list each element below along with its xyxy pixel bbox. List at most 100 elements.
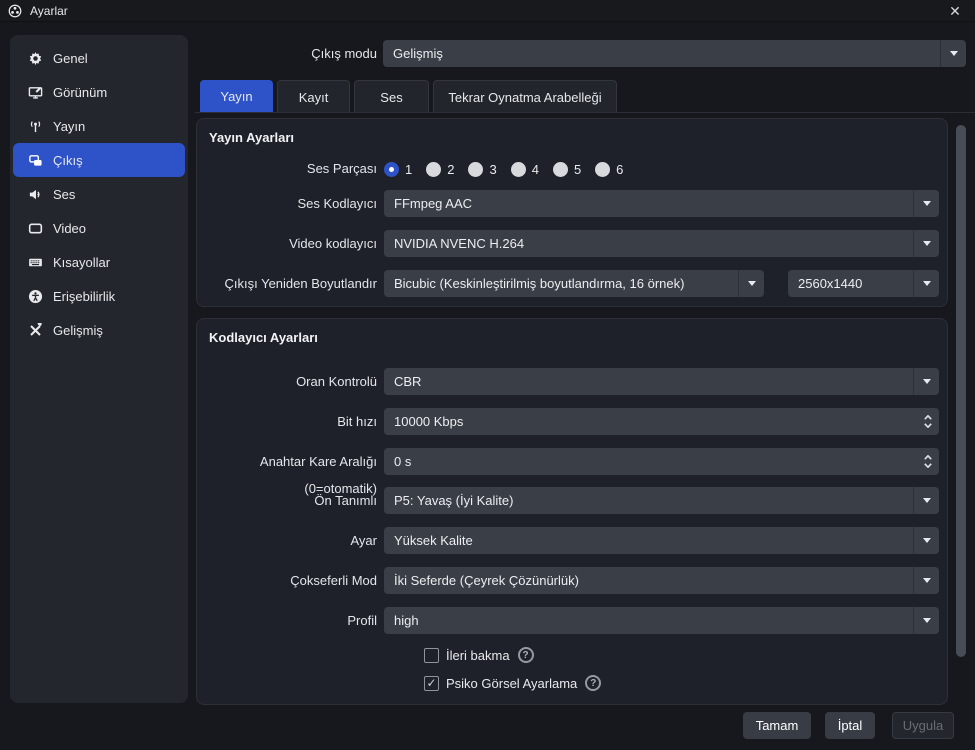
- chevron-down-icon: [923, 618, 931, 623]
- sidebar-item-label: Görünüm: [53, 85, 107, 100]
- audio-track-radios: 1 2 3 4 5 6: [384, 161, 623, 177]
- obs-logo-icon: [8, 4, 22, 18]
- help-icon[interactable]: ?: [518, 647, 534, 663]
- sidebar-item-label: Gelişmiş: [53, 323, 103, 338]
- chevron-down-icon: [748, 281, 756, 286]
- chevron-down-icon: [923, 578, 931, 583]
- chevron-down-icon: [923, 281, 931, 286]
- sidebar-item-gelismis[interactable]: Gelişmiş: [13, 313, 185, 347]
- bitrate-stepper[interactable]: 10000 Kbps: [384, 408, 939, 435]
- profile-label: Profil: [197, 607, 377, 634]
- radio-track-6[interactable]: 6: [595, 162, 623, 177]
- rate-control-label: Oran Kontrolü: [197, 368, 377, 395]
- chevron-down-icon: [923, 379, 931, 384]
- encoder-settings-group: Kodlayıcı Ayarları Oran Kontrolü CBR Bit…: [196, 318, 948, 705]
- multipass-select[interactable]: İki Seferde (Çeyrek Çözünürlük): [384, 567, 939, 594]
- apply-button: Uygula: [892, 712, 954, 739]
- bitrate-label: Bit hızı: [197, 408, 377, 435]
- preset-select[interactable]: P5: Yavaş (İyi Kalite): [384, 487, 939, 514]
- sidebar-item-label: Ses: [53, 187, 75, 202]
- audio-encoder-select[interactable]: FFmpeg AAC: [384, 190, 939, 217]
- keyframe-interval-stepper[interactable]: 0 s: [384, 448, 939, 475]
- radio-track-1[interactable]: 1: [384, 162, 412, 177]
- chevron-down-icon: [923, 498, 931, 503]
- radio-track-4[interactable]: 4: [511, 162, 539, 177]
- output-mode-label: Çıkış modu: [0, 40, 377, 67]
- settings-window: Ayarlar ✕ Genel Görünüm Yayın Çıkış: [0, 0, 975, 750]
- close-icon[interactable]: ✕: [945, 1, 965, 21]
- chevron-down-icon: [950, 51, 958, 56]
- cancel-button[interactable]: İptal: [825, 712, 875, 739]
- chevron-down-icon: [923, 241, 931, 246]
- chevron-down-icon: [923, 538, 931, 543]
- help-icon[interactable]: ?: [585, 675, 601, 691]
- spin-down-icon[interactable]: [924, 463, 932, 468]
- display-edit-icon: [27, 84, 43, 100]
- group-title: Kodlayıcı Ayarları: [209, 330, 318, 345]
- profile-select[interactable]: high: [384, 607, 939, 634]
- sidebar-item-label: Yayın: [53, 119, 85, 134]
- sidebar-item-erisebilirlik[interactable]: Erişebilirlik: [13, 279, 185, 313]
- chevron-down-icon: [923, 201, 931, 206]
- radio-icon: [553, 162, 568, 177]
- radio-selected-icon: [384, 162, 399, 177]
- speaker-icon: [27, 186, 43, 202]
- preset-label: Ön Tanımlı: [197, 487, 377, 514]
- sidebar-item-ses[interactable]: Ses: [13, 177, 185, 211]
- output-mode-select[interactable]: Gelişmiş: [383, 40, 966, 67]
- sidebar-item-yayin[interactable]: Yayın: [13, 109, 185, 143]
- tab-tekrar-oynatma[interactable]: Tekrar Oynatma Arabelleği: [433, 80, 617, 113]
- spin-down-icon[interactable]: [924, 423, 932, 428]
- audio-track-label: Ses Parçası: [197, 161, 377, 177]
- sidebar-item-label: Erişebilirlik: [53, 289, 115, 304]
- tab-kayit[interactable]: Kayıt: [277, 80, 350, 113]
- lookahead-checkbox[interactable]: [424, 648, 439, 663]
- titlebar[interactable]: Ayarlar ✕: [0, 0, 975, 22]
- radio-track-3[interactable]: 3: [468, 162, 496, 177]
- rescale-label: Çıkışı Yeniden Boyutlandır: [197, 270, 377, 297]
- keyboard-icon: [27, 254, 43, 270]
- ok-button[interactable]: Tamam: [743, 712, 811, 739]
- radio-icon: [595, 162, 610, 177]
- settings-sidebar: Genel Görünüm Yayın Çıkış Ses: [10, 35, 188, 703]
- spin-up-icon[interactable]: [924, 455, 932, 460]
- output-tabs: Yayın Kayıt Ses Tekrar Oynatma Arabelleğ…: [200, 80, 617, 113]
- tab-pane-divider: [195, 112, 975, 113]
- radio-track-2[interactable]: 2: [426, 162, 454, 177]
- radio-icon: [468, 162, 483, 177]
- tab-yayin[interactable]: Yayın: [200, 80, 273, 113]
- rate-control-select[interactable]: CBR: [384, 368, 939, 395]
- psycho-visual-checkbox[interactable]: [424, 676, 439, 691]
- lookahead-label: İleri bakma: [446, 648, 510, 663]
- streaming-settings-group: Yayın Ayarları Ses Parçası 1 2 3 4 5 6 S…: [196, 118, 948, 307]
- sidebar-item-label: Kısayollar: [53, 255, 110, 270]
- sidebar-item-kisayollar[interactable]: Kısayollar: [13, 245, 185, 279]
- radio-icon: [511, 162, 526, 177]
- window-title: Ayarlar: [30, 4, 68, 18]
- sidebar-item-gorunum[interactable]: Görünüm: [13, 75, 185, 109]
- rescale-filter-select[interactable]: Bicubic (Keskinleştirilmiş boyutlandırma…: [384, 270, 764, 297]
- sidebar-item-video[interactable]: Video: [13, 211, 185, 245]
- sidebar-item-cikis[interactable]: Çıkış: [13, 143, 185, 177]
- radio-track-5[interactable]: 5: [553, 162, 581, 177]
- psycho-visual-row: Psiko Görsel Ayarlama ?: [424, 674, 601, 692]
- video-encoder-select[interactable]: NVIDIA NVENC H.264: [384, 230, 939, 257]
- audio-encoder-label: Ses Kodlayıcı: [197, 190, 377, 217]
- spin-up-icon[interactable]: [924, 415, 932, 420]
- rescale-resolution-select[interactable]: 2560x1440: [788, 270, 939, 297]
- accessibility-icon: [27, 288, 43, 304]
- group-title: Yayın Ayarları: [209, 130, 294, 145]
- tuning-label: Ayar: [197, 527, 377, 554]
- sidebar-item-label: Video: [53, 221, 86, 236]
- output-screens-icon: [27, 152, 43, 168]
- broadcast-icon: [27, 118, 43, 134]
- video-encoder-label: Video kodlayıcı: [197, 230, 377, 257]
- radio-icon: [426, 162, 441, 177]
- tuning-select[interactable]: Yüksek Kalite: [384, 527, 939, 554]
- psycho-visual-label: Psiko Görsel Ayarlama: [446, 676, 577, 691]
- sidebar-item-label: Çıkış: [53, 153, 83, 168]
- tools-icon: [27, 322, 43, 338]
- lookahead-row: İleri bakma ?: [424, 646, 534, 664]
- tab-ses[interactable]: Ses: [354, 80, 429, 113]
- vertical-scrollbar[interactable]: [956, 125, 966, 657]
